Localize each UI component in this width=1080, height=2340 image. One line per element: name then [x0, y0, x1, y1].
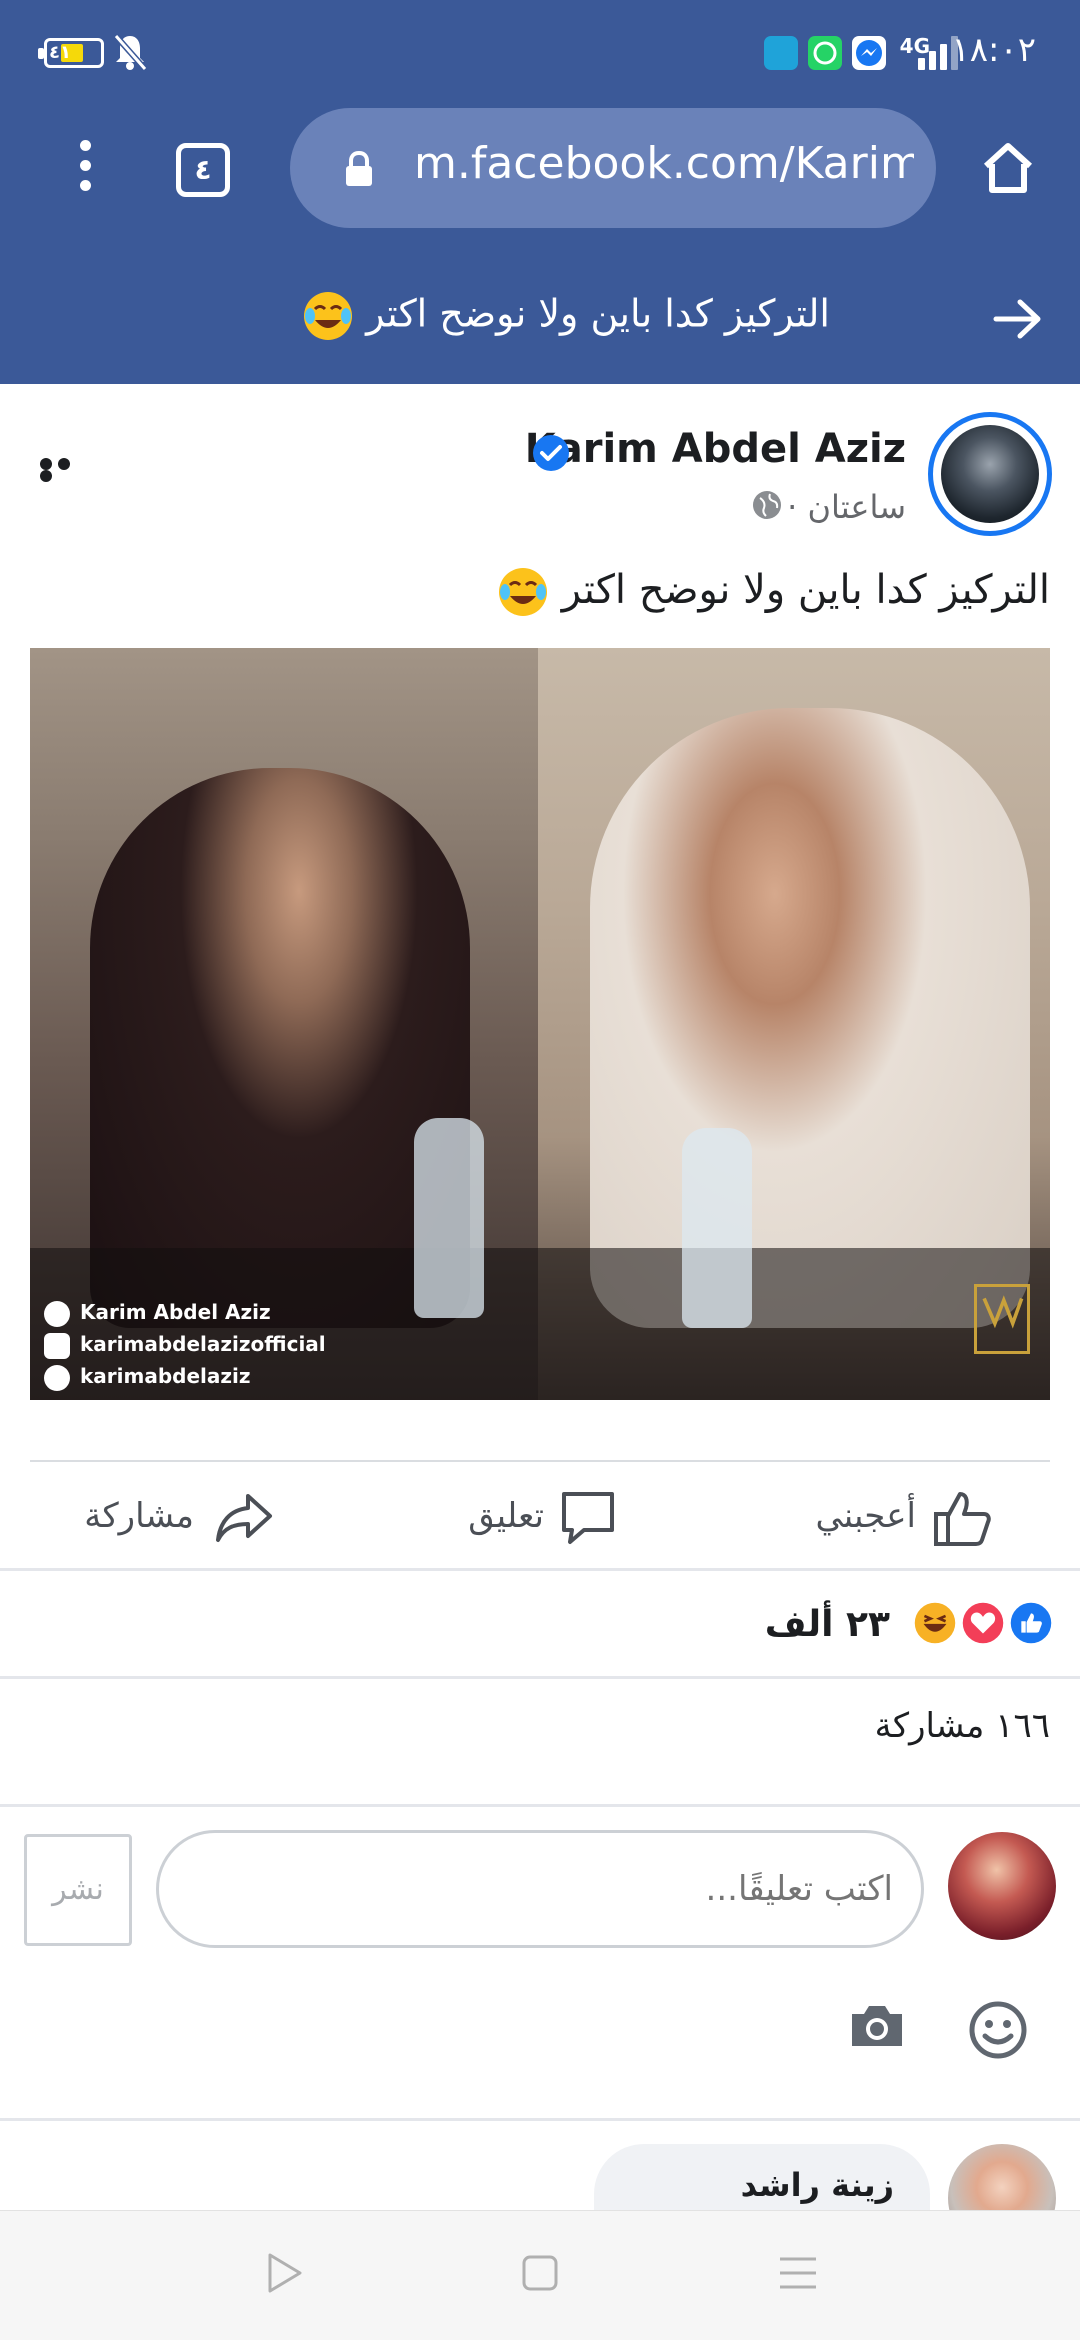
author-name[interactable]: Karim Abdel Aziz — [525, 426, 906, 472]
camera-icon[interactable] — [848, 2002, 906, 2050]
reactions-summary[interactable]: ٢٣ ألف — [0, 1574, 1080, 1674]
comment-label: تعليق — [468, 1496, 544, 1536]
share-count[interactable]: ١٦٦ مشاركة — [875, 1706, 1050, 1746]
tears-of-joy-emoji-icon — [304, 292, 353, 340]
post-time[interactable]: ساعتان · — [787, 488, 906, 526]
forward-arrow-icon[interactable] — [990, 294, 1046, 344]
address-bar[interactable]: m.facebook.com/Karim — [290, 108, 936, 228]
comment-bubble-icon — [562, 1492, 614, 1544]
browser-header: ٤١ 4G ١٨:٠٢ ٤ m.facebook.com/Karim الترك… — [0, 0, 1080, 384]
home-icon[interactable] — [978, 138, 1038, 198]
water-bottle-right — [682, 1128, 752, 1328]
current-user-avatar — [948, 1832, 1056, 1940]
reaction-count: ٢٣ ألف — [764, 1604, 890, 1645]
separator — [0, 1676, 1080, 1679]
verified-badge-icon — [533, 435, 569, 471]
share-arrow-icon — [216, 1494, 272, 1542]
thumbs-up-icon — [934, 1492, 991, 1546]
page-title: التركيز كدا باين ولا نوضح اكتر — [302, 290, 830, 342]
clock: ١٨:٠٢ — [951, 30, 1036, 70]
page-title-bar: التركيز كدا باين ولا نوضح اكتر — [0, 254, 1080, 384]
person-right — [590, 708, 1030, 1328]
separator — [0, 1568, 1080, 1571]
commenter-name[interactable]: زينة راشد — [741, 2166, 894, 2204]
author-avatar[interactable] — [928, 412, 1052, 536]
separator — [30, 1460, 1050, 1462]
like-label: أعجبني — [815, 1496, 916, 1536]
battery-level: ٤١ — [49, 42, 71, 63]
photographer-signature — [974, 1284, 1030, 1354]
post-image[interactable]: Karim Abdel Aziz karimabdelazizofficial … — [30, 648, 1050, 1400]
comment-input[interactable] — [156, 1830, 924, 1948]
status-bar: ٤١ 4G ١٨:٠٢ — [0, 0, 1080, 104]
news-app-icon — [764, 36, 798, 70]
comment-button[interactable]: تعليق — [466, 1488, 626, 1548]
lock-icon — [346, 150, 372, 186]
share-label: مشاركة — [84, 1496, 194, 1536]
person-left — [90, 768, 470, 1328]
home-nav-icon[interactable] — [518, 2251, 562, 2295]
separator — [0, 1804, 1080, 1807]
messenger-icon — [852, 36, 886, 70]
watermark-twitter: karimabdelaziz — [44, 1364, 251, 1391]
water-bottle-left — [414, 1118, 484, 1318]
tears-of-joy-emoji-icon — [499, 568, 548, 616]
love-reaction-icon — [958, 1598, 1008, 1648]
muted-bell-icon — [113, 34, 148, 71]
url-text: m.facebook.com/Karim — [414, 138, 914, 189]
post-caption: التركيز كدا باين ولا نوضح اكتر — [497, 566, 1050, 618]
back-nav-icon[interactable] — [262, 2251, 306, 2295]
whatsapp-icon — [808, 36, 842, 70]
share-button[interactable]: مشاركة — [84, 1488, 276, 1548]
tab-switcher-button[interactable]: ٤ — [176, 143, 230, 197]
like-reaction-icon — [1006, 1598, 1056, 1648]
recents-nav-icon[interactable] — [776, 2251, 820, 2295]
browser-menu-icon[interactable] — [70, 140, 100, 200]
tab-count: ٤ — [194, 153, 212, 186]
system-nav-bar — [0, 2210, 1080, 2340]
globe-icon — [753, 491, 781, 519]
emoji-picker-icon[interactable] — [968, 2000, 1028, 2060]
battery-icon: ٤١ — [38, 38, 104, 68]
watermark-facebook: Karim Abdel Aziz — [44, 1300, 271, 1327]
separator — [0, 2118, 1080, 2121]
like-button[interactable]: أعجبني — [812, 1488, 998, 1548]
post-comment-button[interactable]: نشر — [24, 1834, 132, 1946]
post-options-icon[interactable] — [40, 458, 92, 482]
haha-reaction-icon — [910, 1598, 960, 1648]
watermark-instagram: karimabdelazizofficial — [44, 1332, 326, 1359]
